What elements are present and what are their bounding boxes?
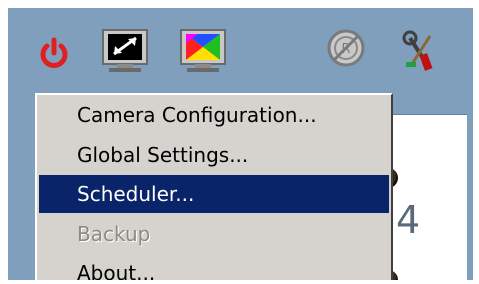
- panel-number: 4: [396, 198, 421, 242]
- app-window: R 4 Camera Configuration... Global Setti…: [8, 8, 473, 280]
- no-recording-icon[interactable]: R: [326, 28, 366, 68]
- menu-item-about[interactable]: About...: [39, 254, 389, 280]
- monitor-color-icon[interactable]: [178, 28, 228, 74]
- monitor-monochrome-icon[interactable]: [100, 28, 150, 74]
- menu-item-global-settings[interactable]: Global Settings...: [39, 136, 389, 174]
- menu-item-scheduler[interactable]: Scheduler...: [39, 175, 389, 213]
- menu-item-backup: Backup: [77, 222, 151, 246]
- main-menu: Camera Configuration... Global Settings.…: [35, 93, 393, 280]
- power-icon[interactable]: [34, 34, 74, 74]
- menu-item-camera-configuration[interactable]: Camera Configuration...: [39, 96, 389, 134]
- camera-panel: [390, 114, 467, 280]
- tools-icon[interactable]: [400, 30, 440, 74]
